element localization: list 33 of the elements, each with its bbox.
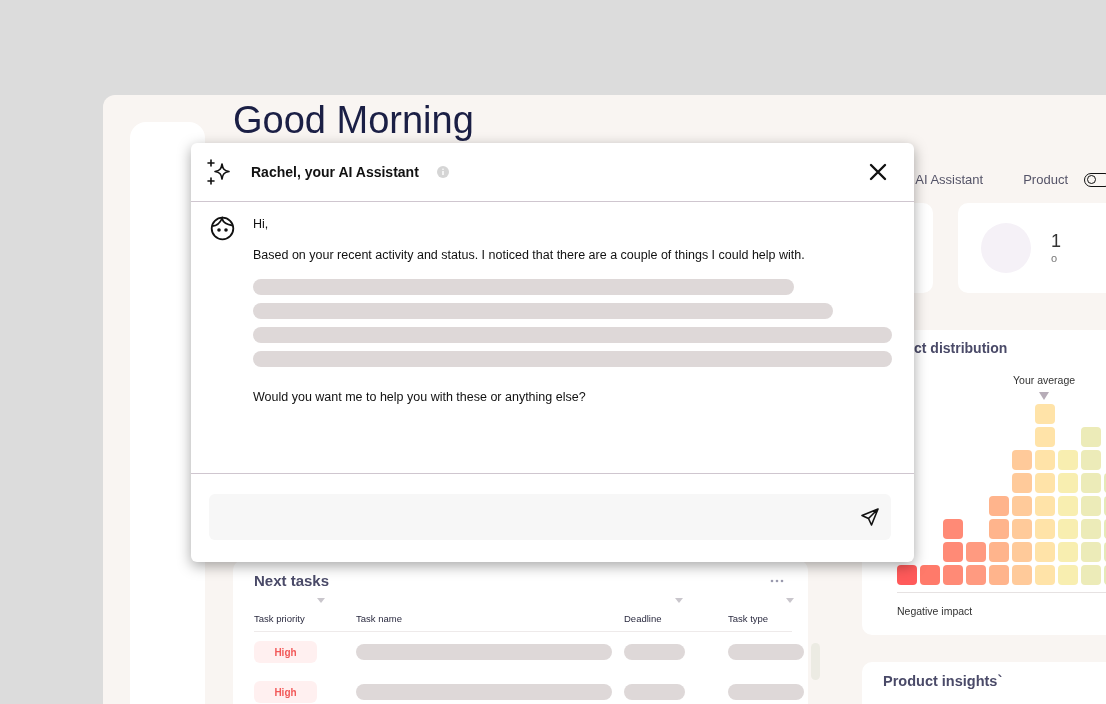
average-label: Your average	[1013, 374, 1076, 386]
message-text: Would you want me to help you with these or anything else?	[253, 389, 587, 406]
column-header[interactable]: Task priority	[254, 613, 305, 624]
nav-link[interactable]: AI Assistant	[915, 172, 984, 187]
greeting-heading: Good Morning	[233, 99, 474, 141]
sparkle-icon	[207, 159, 233, 185]
close-button[interactable]	[869, 163, 887, 181]
more-icon[interactable]	[770, 578, 784, 583]
placeholder-bar	[624, 684, 685, 700]
message-text: Hi,	[253, 216, 270, 233]
column-header[interactable]: Task type	[728, 613, 769, 624]
sort-caret-icon[interactable]	[317, 598, 325, 603]
column-header: Task name	[356, 613, 402, 624]
info-icon[interactable]	[436, 166, 449, 178]
sort-caret-icon[interactable]	[675, 598, 683, 603]
assistant-avatar-icon	[210, 216, 235, 241]
priority-badge: High	[254, 681, 317, 703]
average-marker-icon	[1039, 392, 1049, 400]
axis-label: Negative impact	[897, 605, 973, 617]
stat-caption: o	[1051, 252, 1059, 266]
priority-badge: High	[254, 641, 317, 663]
message-text: Based on your recent activity and status. I noticed that there are a couple of things I could help with.	[253, 247, 806, 264]
card-title: Product insights`	[883, 673, 1003, 689]
card-title: ct distribution	[914, 340, 1008, 356]
dialog-title: Rachel, your AI Assistant	[251, 164, 419, 180]
send-icon[interactable]	[861, 508, 879, 526]
column-header[interactable]: Deadline	[624, 613, 662, 624]
card-title: Next tasks	[254, 572, 330, 589]
message-input[interactable]	[209, 494, 891, 540]
stat-value: 1	[1051, 230, 1061, 253]
placeholder-bar	[624, 644, 685, 660]
sort-caret-icon[interactable]	[786, 598, 794, 603]
nav-link[interactable]: Product	[1023, 172, 1068, 187]
